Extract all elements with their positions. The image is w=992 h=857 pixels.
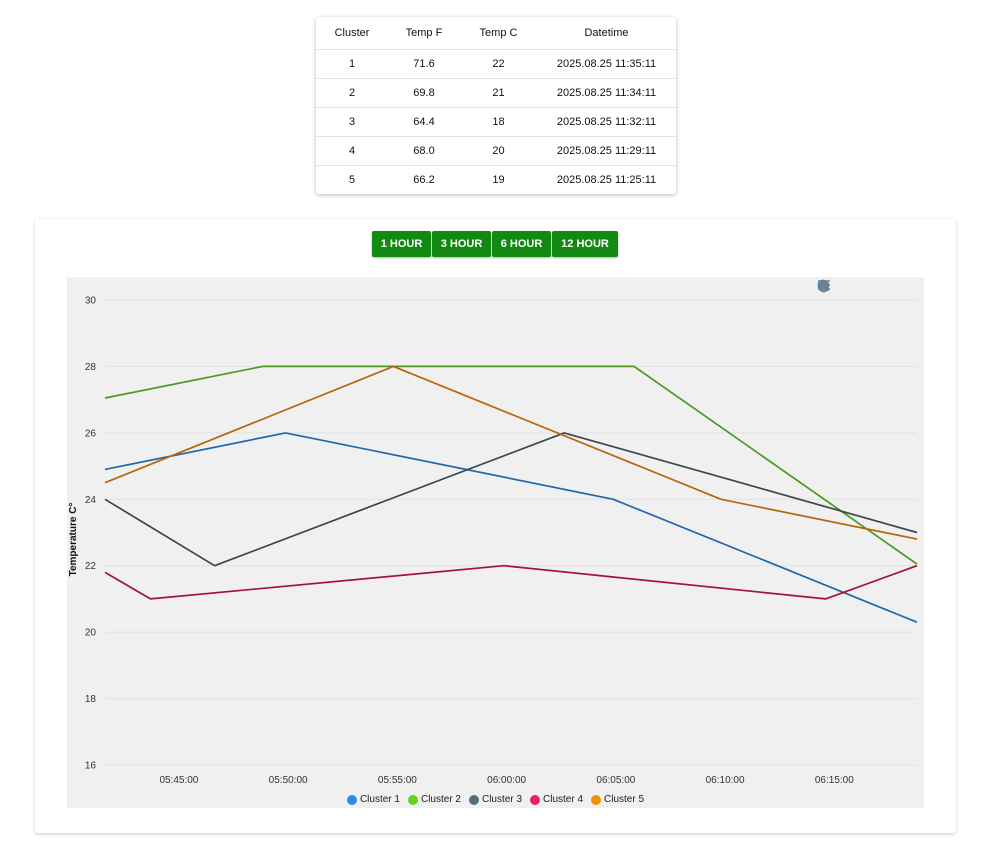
- chart-card: 1 HOUR 3 HOUR 6 HOUR 12 HOUR 16 18 20 22 24 2…: [35, 219, 956, 833]
- x-tick-label: 05:45:00: [159, 775, 198, 786]
- cell-temp-c: 19: [460, 165, 537, 194]
- cell-temp-c: 21: [460, 78, 537, 108]
- cell-cluster: 5: [316, 165, 388, 194]
- legend-marker: [530, 794, 540, 805]
- selection-zoom-icon[interactable]: [817, 279, 866, 294]
- legend-item-cluster-2[interactable]: Cluster 2: [407, 794, 461, 805]
- legend-label: Cluster 3: [481, 794, 522, 805]
- y-tick-label: 20: [85, 628, 97, 639]
- cell-temp-f: 71.6: [388, 49, 460, 79]
- series-line-cluster-1: [104, 432, 918, 623]
- cell-cluster: 1: [316, 49, 388, 79]
- header-datetime: Datetime: [584, 27, 629, 39]
- legend-marker: [346, 794, 357, 805]
- header-temp-f: Temp F: [405, 27, 443, 39]
- pan-hand-icon[interactable]: [817, 279, 883, 294]
- cell-temp-f: 66.2: [388, 165, 460, 194]
- table-row: 1 71.6 22 2025.08.25 11:35:11: [316, 49, 676, 79]
- chart-toolbar: [817, 279, 917, 294]
- cell-datetime: 2025.08.25 11:34:11: [537, 78, 676, 108]
- x-tick-label: 06:10:00: [706, 775, 745, 786]
- y-axis-title: Temperature C°: [68, 503, 79, 577]
- table-header-row: Cluster Temp F Temp C Datetime: [316, 17, 676, 50]
- series-line-cluster-2: [104, 365, 918, 565]
- cell-cluster: 3: [316, 107, 388, 137]
- legend-label: Cluster 5: [604, 794, 645, 805]
- legend-label: Cluster 1: [359, 794, 400, 805]
- y-tick-label: 26: [85, 428, 97, 439]
- cell-cluster: 4: [316, 136, 388, 166]
- y-tick-label: 28: [85, 362, 97, 373]
- cell-temp-c: 20: [460, 136, 537, 166]
- legend-marker: [468, 794, 479, 805]
- legend-item-cluster-4[interactable]: Cluster 4: [530, 794, 583, 805]
- zoom-out-icon[interactable]: [817, 279, 849, 294]
- home-icon[interactable]: [818, 279, 900, 294]
- cell-temp-c: 18: [460, 107, 537, 137]
- cell-temp-f: 68.0: [388, 136, 460, 166]
- range-12-hour-button[interactable]: 12 HOUR: [552, 231, 618, 257]
- y-tick-label: 22: [85, 561, 97, 572]
- cell-datetime: 2025.08.25 11:25:11: [537, 165, 676, 194]
- readings-table: Cluster Temp F Temp C Datetime 1 71.6 22…: [316, 17, 676, 194]
- time-range-buttons: 1 HOUR 3 HOUR 6 HOUR 12 HOUR: [372, 231, 619, 257]
- y-tick-label: 18: [85, 694, 97, 705]
- x-tick-label: 06:05:00: [596, 775, 635, 786]
- range-3-hour-button[interactable]: 3 HOUR: [432, 231, 491, 257]
- table-row: 5 66.2 19 2025.08.25 11:25:11: [316, 165, 676, 194]
- legend-marker: [407, 794, 418, 805]
- series-line-cluster-4: [104, 564, 918, 600]
- header-temp-c: Temp C: [479, 27, 518, 39]
- cell-cluster: 2: [316, 78, 388, 108]
- legend-marker: [591, 794, 602, 805]
- legend-item-cluster-1[interactable]: Cluster 1: [346, 794, 400, 805]
- temperature-line-chart[interactable]: 16 18 20 22 24 26 28 30 05:45:00 05:50:00 05:55:00…: [67, 277, 924, 808]
- cell-temp-f: 69.8: [388, 78, 460, 108]
- chart-legend: Cluster 1 Cluster 2 Cluster 3 Cluster 4 …: [67, 794, 924, 805]
- cell-datetime: 2025.08.25 11:29:11: [537, 136, 676, 166]
- y-tick-label: 16: [85, 761, 97, 772]
- table-row: 4 68.0 20 2025.08.25 11:29:11: [316, 136, 676, 166]
- x-tick-label: 06:00:00: [487, 775, 526, 786]
- legend-item-cluster-5[interactable]: Cluster 5: [591, 794, 644, 805]
- cell-datetime: 2025.08.25 11:35:11: [537, 49, 676, 79]
- y-tick-label: 24: [85, 495, 97, 506]
- y-tick-label: 30: [85, 296, 97, 307]
- legend-label: Cluster 4: [543, 794, 584, 805]
- cell-temp-f: 64.4: [388, 107, 460, 137]
- cell-temp-c: 22: [460, 49, 537, 79]
- x-tick-label: 05:50:00: [269, 775, 308, 786]
- x-tick-label: 06:15:00: [815, 775, 854, 786]
- table-row: 2 69.8 21 2025.08.25 11:34:11: [316, 78, 676, 108]
- range-1-hour-button[interactable]: 1 HOUR: [372, 231, 431, 257]
- chart-plot-area[interactable]: 16 18 20 22 24 26 28 30 05:45:00 05:50:00 05:55:00…: [67, 277, 924, 808]
- menu-icon[interactable]: [818, 279, 917, 294]
- range-6-hour-button[interactable]: 6 HOUR: [492, 231, 551, 257]
- x-tick-label: 05:55:00: [378, 775, 417, 786]
- table-row: 3 64.4 18 2025.08.25 11:32:11: [316, 107, 676, 137]
- legend-label: Cluster 2: [420, 794, 461, 805]
- header-cluster: Cluster: [334, 27, 370, 39]
- readings-table-card: Cluster Temp F Temp C Datetime 1 71.6 22…: [316, 17, 676, 194]
- legend-item-cluster-3[interactable]: Cluster 3: [468, 794, 522, 805]
- cell-datetime: 2025.08.25 11:32:11: [537, 107, 676, 137]
